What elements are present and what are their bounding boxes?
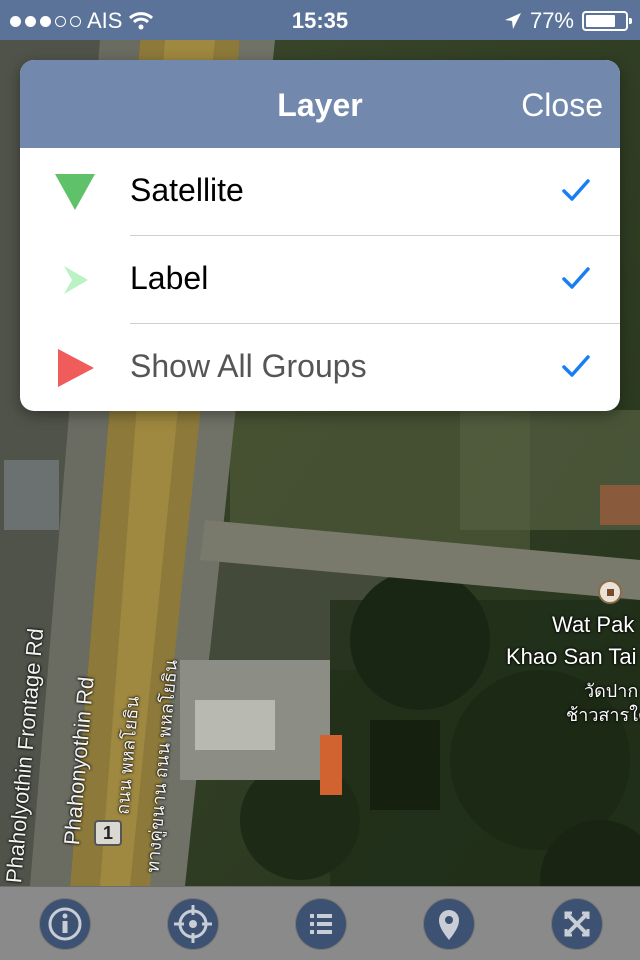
status-bar: AIS 15:35 77% [0, 0, 640, 40]
triangle-right-icon [58, 349, 94, 387]
collapse-icon [564, 911, 590, 937]
place-label-en-2: Khao San Tai [506, 644, 637, 669]
checkmark-icon [562, 355, 590, 377]
location-arrow-icon [504, 13, 521, 29]
battery-percent: 77% [529, 8, 574, 33]
layer-row-satellite[interactable]: Satellite [20, 148, 620, 236]
locate-button[interactable] [168, 899, 218, 949]
map-pin-icon [439, 910, 459, 940]
info-button[interactable] [40, 899, 90, 949]
bottom-toolbar [0, 886, 640, 960]
layer-panel-header: Layer Close [20, 60, 620, 148]
layer-label-satellite: Satellite [130, 172, 244, 208]
place-label-en-1: Wat Pak [552, 612, 635, 637]
info-icon [48, 907, 82, 941]
layer-row-label[interactable]: Label [20, 236, 620, 324]
pin-button[interactable] [424, 899, 474, 949]
battery-level [586, 15, 616, 27]
checkmark-icon [562, 179, 590, 201]
route-shield: 1 [94, 820, 122, 846]
battery-icon [582, 11, 632, 31]
layer-label-label: Label [130, 260, 209, 296]
crosshair-icon [174, 905, 212, 943]
close-button[interactable]: Close [521, 87, 603, 124]
layer-panel: Layer Close Satellite Label Show All Gro… [20, 60, 620, 411]
chevron-right-icon [64, 266, 88, 294]
temple-marker[interactable] [598, 580, 622, 604]
layer-row-show-all-groups[interactable]: Show All Groups [20, 324, 620, 411]
layer-label-show-all-groups: Show All Groups [130, 348, 367, 384]
triangle-down-icon [55, 174, 95, 210]
list-button[interactable] [296, 899, 346, 949]
collapse-button[interactable] [552, 899, 602, 949]
checkmark-icon [562, 267, 590, 289]
list-icon [310, 914, 332, 934]
place-label-th-2: ช้าวสารใต้ [566, 705, 640, 725]
